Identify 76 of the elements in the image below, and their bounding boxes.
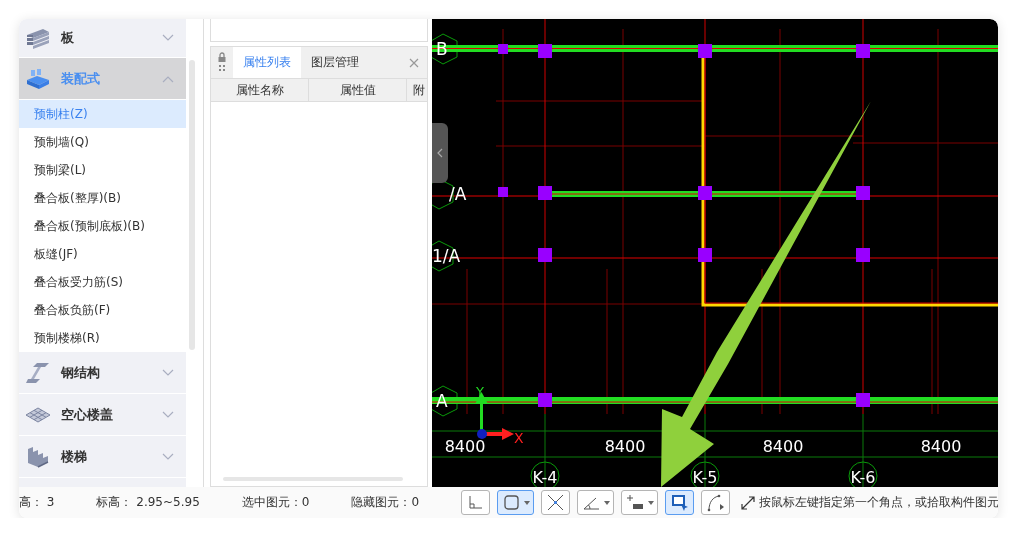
column-node <box>698 186 712 200</box>
category-label: 楼梯 <box>61 447 88 466</box>
panel-tab[interactable]: 属性列表 <box>233 47 301 78</box>
close-icon[interactable] <box>409 57 419 68</box>
axis-label: 1/A <box>432 246 461 266</box>
column-header: 属性值 <box>309 79 407 101</box>
dimension-label: 8400 <box>444 437 486 456</box>
axis-name: Y <box>476 384 484 399</box>
column-header: 属性名称 <box>211 79 309 101</box>
input-area[interactable] <box>210 19 428 42</box>
dimension-label: 8400 <box>604 437 646 456</box>
tool-button[interactable] <box>577 490 615 515</box>
expand-icon <box>740 494 757 511</box>
lock-icon[interactable] <box>217 51 227 74</box>
axis-name: X <box>514 430 524 446</box>
column-node <box>538 44 552 58</box>
status-text: 隐藏图元：0 <box>351 494 420 511</box>
dimension-label: 8400 <box>920 437 962 456</box>
stairs-icon <box>25 444 51 469</box>
tool-button[interactable] <box>665 490 695 515</box>
column-header: 附 <box>412 82 426 99</box>
chevron-icon[interactable] <box>162 34 174 42</box>
status-text: 高： 3 <box>19 494 55 511</box>
category-header[interactable]: 钢结构 <box>19 352 186 393</box>
tool-button[interactable] <box>621 490 659 515</box>
tool-button[interactable] <box>701 490 731 515</box>
chevron-icon[interactable] <box>162 368 174 377</box>
panel-tab[interactable]: 图层管理 <box>301 47 369 78</box>
axis-label: /A <box>449 184 467 204</box>
sidebar-item[interactable]: 叠合板(预制底板)(B) <box>19 212 186 240</box>
chevron-icon[interactable] <box>162 410 174 419</box>
sidebar-item[interactable]: 叠合板(整厚)(B) <box>19 184 186 212</box>
chevron-icon <box>437 148 443 158</box>
sidebar-item[interactable]: 预制楼梯(R) <box>19 324 186 352</box>
sidebar-item[interactable]: 板缝(JF) <box>19 240 186 268</box>
category-label: 装配式 <box>61 69 101 88</box>
sidebar-item[interactable]: 叠合板受力筋(S) <box>19 268 186 296</box>
column-node <box>698 248 712 262</box>
category-label: 空心楼盖 <box>61 405 114 424</box>
hint-text: 按鼠标左键指定第一个角点，或拾取构件图元 <box>759 494 998 511</box>
category-header[interactable]: 楼梯 <box>19 436 186 477</box>
category-label: 钢结构 <box>61 363 101 382</box>
status-text: 标高： 2.95~5.95 <box>96 494 200 511</box>
collapse-handle[interactable] <box>432 123 448 183</box>
prefab-block-icon <box>25 67 51 90</box>
caret-icon <box>604 500 611 505</box>
axis-label: K-5 <box>692 468 718 487</box>
scrollbar[interactable] <box>189 60 195 350</box>
slab-stack-icon <box>25 27 51 49</box>
column-node <box>856 186 870 200</box>
column-node <box>856 393 870 407</box>
column-node <box>698 44 712 58</box>
status-text: 选中图元：0 <box>241 494 310 511</box>
sidebar-item[interactable]: 叠合板负筋(F) <box>19 296 186 324</box>
axis-label: K-6 <box>850 468 876 487</box>
dimension-label: 8400 <box>762 437 804 456</box>
sidebar-item[interactable]: 预制墙(Q) <box>19 128 186 156</box>
axis-label: K-4 <box>532 468 558 487</box>
category-header[interactable]: 板 <box>19 19 186 57</box>
category-label: 板 <box>61 29 75 47</box>
column-node <box>498 44 508 54</box>
column-node <box>538 393 552 407</box>
chevron-icon[interactable] <box>162 74 174 83</box>
tool-button[interactable] <box>497 490 535 515</box>
column-node <box>538 248 552 262</box>
column-node <box>856 44 870 58</box>
column-node <box>856 248 870 262</box>
tool-button[interactable] <box>541 490 571 515</box>
category-header[interactable]: 空心楼盖 <box>19 394 186 435</box>
caret-icon <box>648 500 655 505</box>
sidebar-item[interactable]: 预制梁(L) <box>19 156 186 184</box>
column-node <box>538 186 552 200</box>
caret-icon <box>524 500 531 505</box>
column-node <box>498 187 508 197</box>
chevron-icon[interactable] <box>162 452 174 461</box>
steel-beam-icon <box>25 360 51 385</box>
